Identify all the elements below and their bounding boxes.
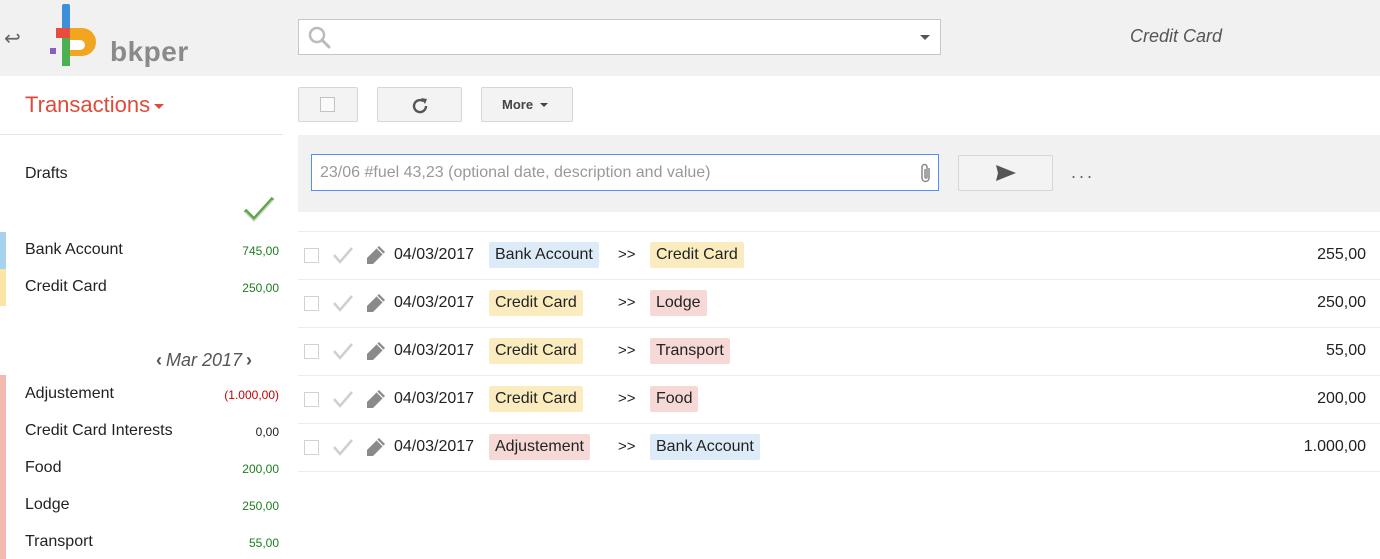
account-stripe [0,269,6,306]
select-all-checkbox[interactable] [320,97,335,112]
transaction-amount: 55,00 [1325,342,1366,359]
view-selector[interactable]: Transactions [25,92,165,118]
bkper-logo[interactable]: bkper [48,4,208,72]
transaction-date: 04/03/2017 [394,390,475,407]
more-button[interactable]: More [481,87,573,122]
search-box[interactable] [298,19,941,55]
from-account-tag[interactable]: Credit Card [489,386,583,412]
transfer-arrows: >> [618,390,636,407]
category-balance: 0,00 [255,425,279,439]
transaction-entry-input[interactable] [320,160,910,186]
edit-pencil-icon[interactable] [365,292,387,314]
transaction-date: 04/03/2017 [394,294,475,311]
sidebar-item-adjustement[interactable]: Adjustement [25,385,114,403]
from-account-tag[interactable]: Credit Card [489,290,583,316]
caret-down-icon[interactable] [920,35,930,40]
row-checkbox[interactable] [304,440,319,455]
more-options-icon[interactable]: ... [1071,162,1095,183]
transaction-amount: 255,00 [1317,246,1366,263]
logo-text: bkper [110,36,189,67]
chevron-down-icon [540,103,548,107]
transfer-arrows: >> [618,342,636,359]
to-account-tag[interactable]: Transport [650,338,730,364]
transaction-date: 04/03/2017 [394,342,475,359]
to-account-tag[interactable]: Bank Account [650,434,760,460]
category-balance: 200,00 [242,462,279,476]
sidebar-item-transport[interactable]: Transport [25,533,93,551]
chevron-right-icon[interactable]: › [246,350,252,370]
transfer-arrows: >> [618,246,636,263]
book-title: Credit Card [1130,26,1223,46]
transfer-arrows: >> [618,438,636,455]
check-icon[interactable] [332,245,354,265]
send-icon [996,165,1016,181]
account-stripe [0,232,6,269]
edit-pencil-icon[interactable] [365,340,387,362]
category-balance: 250,00 [242,499,279,513]
edit-pencil-icon[interactable] [365,388,387,410]
more-label: More [502,97,534,112]
transaction-amount: 250,00 [1317,294,1366,311]
view-title: Transactions [25,92,151,117]
sidebar-item-food[interactable]: Food [25,459,61,477]
chevron-left-icon[interactable]: ‹ [156,350,162,370]
to-account-tag[interactable]: Food [650,386,699,412]
check-icon[interactable] [332,389,354,409]
sidebar-item-credit-card-interests[interactable]: Credit Card Interests [25,422,173,440]
top-bar: ↩ bkper Credit Card [0,0,1380,76]
transaction-row[interactable]: 04/03/2017 Credit Card >> Transport 55,0… [298,327,1380,375]
from-account-tag[interactable]: Adjustement [489,434,590,460]
transaction-row[interactable]: 04/03/2017 Credit Card >> Lodge 250,00 [298,279,1380,327]
check-icon[interactable] [332,437,354,457]
transfer-arrows: >> [618,294,636,311]
transaction-row[interactable]: 04/03/2017 Adjustement >> Bank Account 1… [298,423,1380,471]
back-arrow-icon[interactable]: ↩ [4,26,21,51]
category-balance: 55,00 [248,536,279,550]
sidebar-item-credit-card[interactable]: Credit Card [25,278,107,296]
send-button[interactable] [958,155,1053,191]
search-icon [308,26,331,49]
check-icon[interactable] [332,293,354,313]
period-selector: ‹ Mar 2017 › [156,350,252,371]
sidebar-divider [0,134,283,135]
to-account-tag[interactable]: Credit Card [650,242,744,268]
period-label[interactable]: Mar 2017 [166,350,242,370]
transaction-date: 04/03/2017 [394,246,475,263]
from-account-tag[interactable]: Bank Account [489,242,599,268]
account-balance: 745,00 [242,244,279,258]
search-input[interactable] [339,24,899,50]
dropdown-caret-icon [154,103,165,109]
row-checkbox[interactable] [304,344,319,359]
refresh-icon [412,98,428,114]
transaction-amount: 200,00 [1317,390,1366,407]
row-checkbox[interactable] [304,248,319,263]
select-all-button[interactable] [298,87,358,122]
from-account-tag[interactable]: Credit Card [489,338,583,364]
account-balance: 250,00 [242,281,279,295]
transaction-row[interactable]: 04/03/2017 Bank Account >> Credit Card 2… [298,231,1380,279]
to-account-tag[interactable]: Lodge [650,290,707,316]
transaction-date: 04/03/2017 [394,438,475,455]
logo-mark-icon [50,4,96,66]
transaction-amount: 1.000,00 [1303,438,1366,455]
row-divider [298,471,1380,472]
sidebar-item-drafts[interactable]: Drafts [25,165,68,183]
row-checkbox[interactable] [304,296,319,311]
entry-box[interactable] [311,154,939,191]
refresh-button[interactable] [377,87,462,122]
edit-pencil-icon[interactable] [365,244,387,266]
checked-icon[interactable] [243,195,275,223]
edit-pencil-icon[interactable] [365,436,387,458]
transaction-row[interactable]: 04/03/2017 Credit Card >> Food 200,00 [298,375,1380,423]
category-balance: (1.000,00) [224,388,279,402]
paperclip-icon[interactable] [918,162,934,184]
check-icon[interactable] [332,341,354,361]
sidebar-item-lodge[interactable]: Lodge [25,496,70,514]
row-checkbox[interactable] [304,392,319,407]
sidebar-item-bank-account[interactable]: Bank Account [25,241,123,259]
category-stripe [0,375,6,559]
